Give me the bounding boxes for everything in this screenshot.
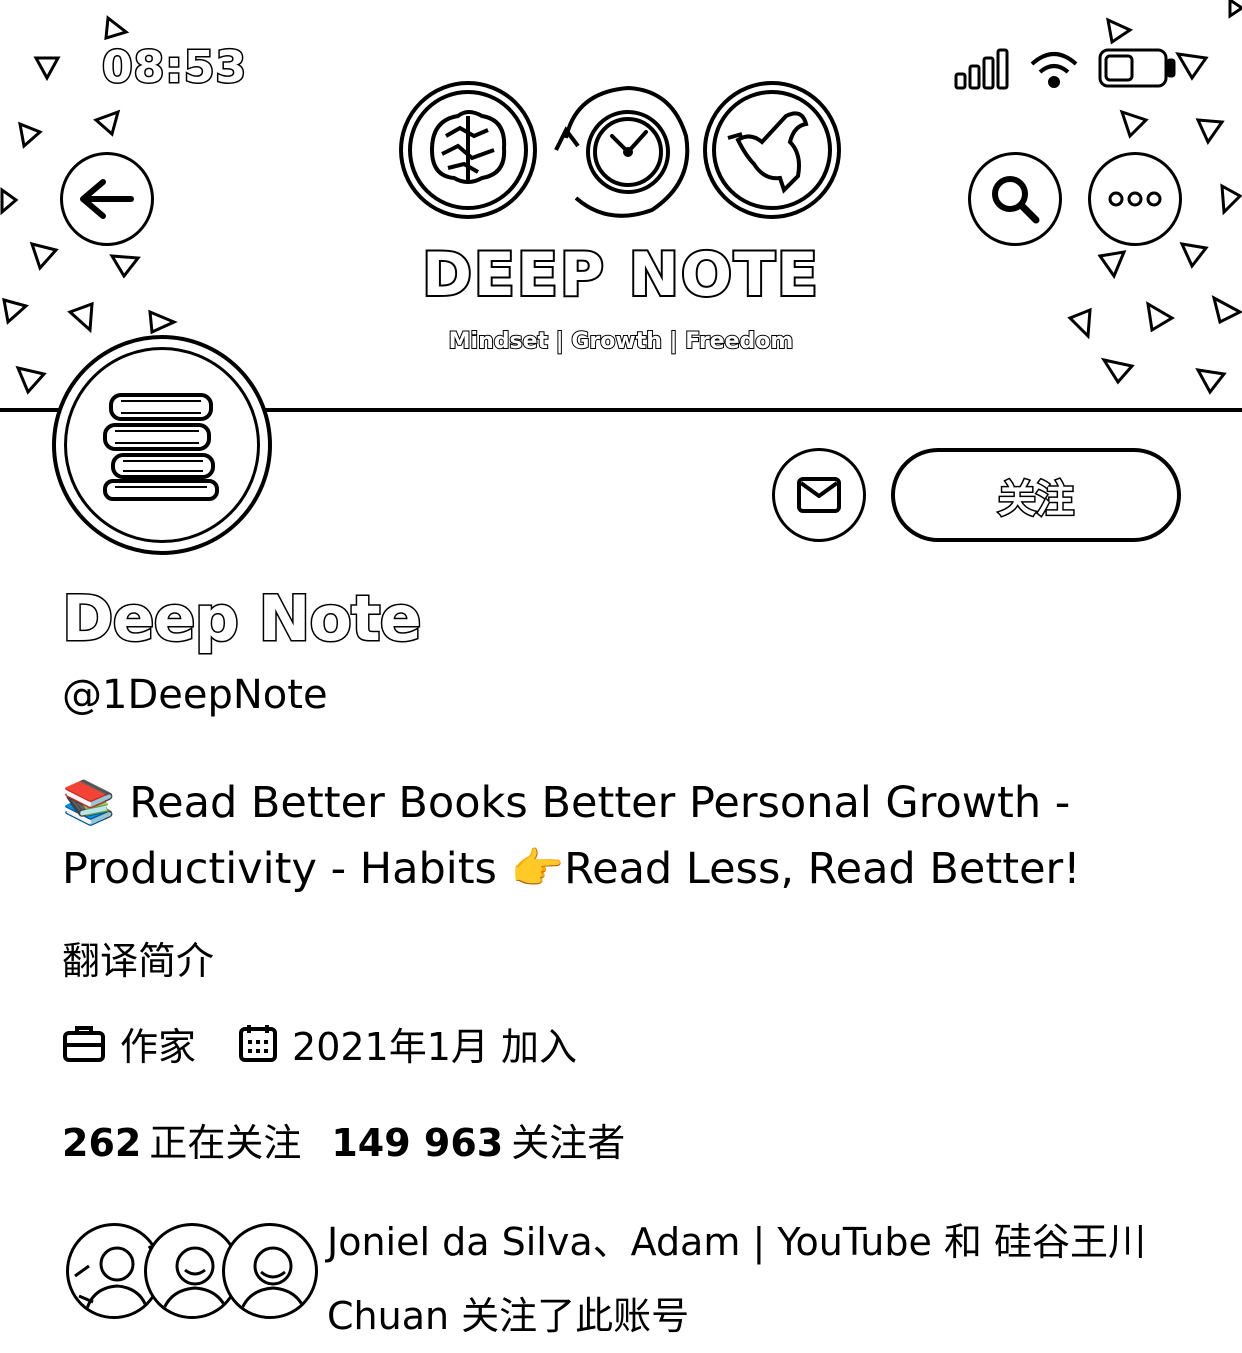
- followed-by-section[interactable]: Joniel da Silva、Adam | YouTube 和 硅谷王川 Ch…: [62, 1205, 1202, 1338]
- back-button[interactable]: [60, 152, 154, 246]
- followers-label: 关注者: [511, 1121, 626, 1165]
- bio-line-1: 📚 Read Better Books Better Personal Grow…: [62, 778, 1071, 828]
- joined-label: 2021年1月 加入: [292, 1024, 577, 1069]
- following-label: 正在关注: [149, 1121, 302, 1165]
- category-label: 作家: [120, 1024, 197, 1069]
- followers-link[interactable]: 149 963 关注者: [331, 1112, 625, 1167]
- profile-bio: 📚 Read Better Books Better Personal Grow…: [62, 770, 1182, 902]
- more-icon: [1108, 191, 1162, 207]
- back-arrow-icon: [80, 179, 134, 219]
- calendar-icon: [239, 1025, 278, 1062]
- followers-count: 149 963: [331, 1121, 504, 1165]
- books-emoji: 📚: [62, 778, 116, 828]
- translate-bio-link[interactable]: 翻译简介: [62, 930, 214, 985]
- follow-counts: 262 正在关注 149 963 关注者: [62, 1112, 655, 1167]
- joined-item: 2021年1月 加入: [238, 1016, 577, 1071]
- profile-handle: @1DeepNote: [62, 672, 328, 718]
- profile-name: Deep Note: [61, 581, 424, 657]
- briefcase-icon: [63, 1026, 105, 1062]
- search-icon: [992, 176, 1040, 224]
- books-icon: [103, 393, 219, 501]
- following-link[interactable]: 262 正在关注: [62, 1112, 301, 1167]
- bio-line-2: Productivity - Habits 👉Read Less, Read B…: [62, 844, 1081, 894]
- signal-icon: [954, 48, 1009, 90]
- battery-icon: [1098, 48, 1176, 88]
- follow-button[interactable]: 关注: [891, 448, 1181, 542]
- avatar[interactable]: [52, 335, 272, 555]
- wifi-icon: [1030, 52, 1078, 88]
- category-item: 作家: [62, 1016, 196, 1071]
- clock-icon: [554, 85, 690, 218]
- brain-icon: [399, 81, 537, 219]
- profile-meta: 作家 2021年1月 加入: [62, 1016, 619, 1071]
- pointing-emoji: 👉: [510, 844, 565, 894]
- banner-title: DEEP NOTE: [420, 238, 820, 312]
- followed-by-text: Joniel da Silva、Adam | YouTube 和 硅谷王川 Ch…: [327, 1220, 1147, 1338]
- banner-logo: [399, 81, 841, 219]
- status-icons: [954, 48, 1176, 90]
- mail-icon: [797, 477, 841, 513]
- dove-icon: [703, 81, 841, 219]
- message-button[interactable]: [772, 448, 866, 542]
- more-button[interactable]: [1088, 152, 1182, 246]
- follower-avatar-3: [222, 1223, 318, 1319]
- following-count: 262: [62, 1121, 142, 1165]
- search-button[interactable]: [968, 152, 1062, 246]
- status-time: 08:53: [100, 41, 248, 95]
